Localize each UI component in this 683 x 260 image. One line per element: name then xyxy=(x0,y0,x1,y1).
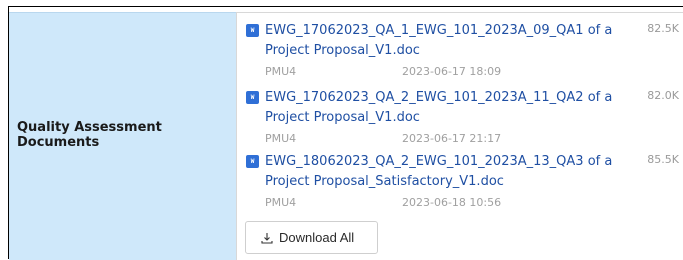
file-timestamp: 2023-06-17 18:09 xyxy=(402,65,502,78)
file-size: 85.5K xyxy=(647,153,679,166)
word-doc-icon: W xyxy=(246,91,259,104)
file-owner: PMU4 xyxy=(265,196,297,209)
file-link[interactable]: EWG_18062023_QA_2_EWG_101_2023A_13_QA3 o… xyxy=(265,152,639,192)
file-item: W EWG_17062023_QA_1_EWG_101_2023A_09_QA1… xyxy=(246,21,683,83)
file-timestamp: 2023-06-18 10:56 xyxy=(402,196,502,209)
section-label: Quality Assessment Documents xyxy=(17,120,162,150)
file-item: W EWG_18062023_QA_2_EWG_101_2023A_13_QA3… xyxy=(246,152,683,214)
file-timestamp: 2023-06-17 21:17 xyxy=(402,132,502,145)
file-owner: PMU4 xyxy=(265,132,297,145)
file-size: 82.5K xyxy=(647,22,679,35)
download-icon xyxy=(261,232,273,244)
word-doc-icon: W xyxy=(246,24,259,37)
attachment-table: Quality Assessment Documents W EWG_17062… xyxy=(0,0,683,260)
table-top-border xyxy=(8,6,683,7)
file-size: 82.0K xyxy=(647,89,679,102)
download-all-button[interactable]: Download All xyxy=(245,221,378,254)
file-item: W EWG_17062023_QA_2_EWG_101_2023A_11_QA2… xyxy=(246,88,683,150)
file-owner: PMU4 xyxy=(265,65,297,78)
file-link[interactable]: EWG_17062023_QA_2_EWG_101_2023A_11_QA2 o… xyxy=(265,88,639,128)
word-doc-icon: W xyxy=(246,155,259,168)
download-all-label: Download All xyxy=(279,230,355,245)
file-link[interactable]: EWG_17062023_QA_1_EWG_101_2023A_09_QA1 o… xyxy=(265,21,639,61)
